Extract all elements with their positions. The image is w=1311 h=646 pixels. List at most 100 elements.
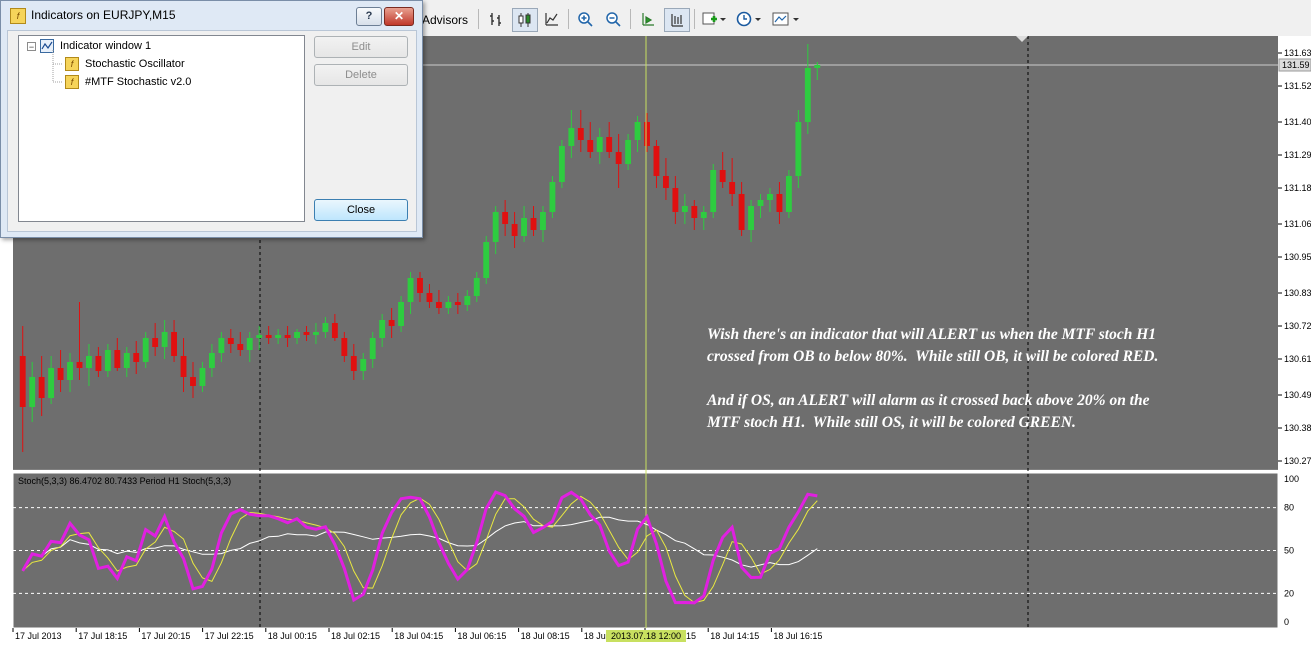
indicator-level-label: 80 bbox=[1284, 503, 1294, 513]
candle-body bbox=[454, 302, 461, 305]
tree-item-label: #MTF Stochastic v2.0 bbox=[85, 76, 192, 88]
candle-body bbox=[521, 218, 527, 236]
price-label: 131.40 bbox=[1284, 117, 1311, 127]
candle-body bbox=[445, 302, 452, 308]
price-label: 130.72 bbox=[1284, 321, 1311, 331]
dialog-title: Indicators on EURJPY,M15 bbox=[31, 8, 176, 22]
candlestick-icon[interactable] bbox=[512, 8, 538, 32]
candle-body bbox=[776, 194, 783, 212]
candle-body bbox=[104, 350, 111, 371]
price-label: 131.63 bbox=[1284, 48, 1311, 58]
crosshair-time-label: 2013.07.18 12:00 bbox=[611, 631, 681, 641]
delete-button[interactable]: Delete bbox=[314, 64, 408, 86]
candle-body bbox=[549, 182, 556, 212]
price-label: 130.38 bbox=[1284, 423, 1311, 433]
close-window-button[interactable]: ✕ bbox=[384, 7, 414, 26]
candle-body bbox=[511, 224, 518, 236]
candle-body bbox=[341, 338, 348, 356]
candle-body bbox=[767, 194, 773, 200]
time-label: 17 Jul 18:15 bbox=[78, 631, 127, 641]
toolbar-separator bbox=[568, 9, 569, 29]
candle-body bbox=[729, 182, 736, 194]
candle-body bbox=[142, 338, 149, 362]
time-label: 18 Jul 14:15 bbox=[710, 631, 759, 641]
candle-body bbox=[577, 128, 584, 140]
time-label: 18 Jul 04:15 bbox=[394, 631, 443, 641]
candle-body bbox=[700, 212, 707, 218]
candle-body bbox=[171, 332, 178, 356]
candle-body bbox=[180, 356, 187, 377]
candle-body bbox=[208, 353, 215, 368]
indicator-f-icon: f bbox=[10, 8, 26, 24]
candle-body bbox=[662, 176, 669, 188]
tree-item-stochastic-oscillator[interactable]: f Stochastic Oscillator bbox=[65, 56, 185, 72]
candle-body bbox=[313, 332, 319, 335]
candle-body bbox=[86, 356, 92, 368]
time-label: 18 Jul 02:15 bbox=[331, 631, 380, 641]
candle-body bbox=[275, 335, 282, 338]
candle-body bbox=[757, 200, 764, 206]
time-label: 18 Jul 06:15 bbox=[457, 631, 506, 641]
candle-body bbox=[133, 353, 140, 362]
bar-chart-icon[interactable] bbox=[486, 8, 506, 30]
expert-advisors-button[interactable]: Advisors bbox=[418, 10, 472, 30]
candle-body bbox=[190, 377, 196, 386]
templates-icon[interactable] bbox=[770, 8, 802, 30]
time-label: 18 Jul 16:15 bbox=[773, 631, 822, 641]
candle-body bbox=[691, 206, 698, 218]
candle-body bbox=[369, 338, 376, 359]
candle-body bbox=[123, 353, 130, 368]
zoom-out-icon[interactable] bbox=[602, 8, 624, 30]
indicator-level-label: 100 bbox=[1284, 474, 1299, 484]
candle-body bbox=[76, 362, 83, 368]
help-button[interactable]: ? bbox=[356, 7, 382, 26]
price-label: 130.61 bbox=[1284, 354, 1311, 364]
autoscroll-icon[interactable] bbox=[664, 8, 690, 32]
candle-body bbox=[388, 320, 395, 326]
price-label: 131.52 bbox=[1284, 81, 1311, 91]
candle-body bbox=[38, 377, 45, 398]
close-button[interactable]: Close bbox=[314, 199, 408, 221]
candle-body bbox=[48, 368, 55, 398]
candle-body bbox=[265, 335, 272, 338]
candle-body bbox=[256, 335, 263, 338]
candle-body bbox=[738, 194, 745, 230]
candle-body bbox=[804, 68, 811, 122]
indicator-tree[interactable]: − Indicator window 1 f Stochastic Oscill… bbox=[18, 35, 305, 222]
candle-body bbox=[152, 338, 159, 347]
zoom-in-icon[interactable] bbox=[574, 8, 596, 30]
tree-item-label: Stochastic Oscillator bbox=[85, 58, 185, 70]
candle-body bbox=[634, 122, 641, 140]
candle-body bbox=[237, 344, 244, 350]
price-label: 131.29 bbox=[1284, 150, 1311, 160]
indicator-level-label: 0 bbox=[1284, 617, 1289, 627]
candle-body bbox=[785, 176, 792, 212]
indicator-level-label: 50 bbox=[1284, 546, 1294, 556]
indicators-icon[interactable] bbox=[700, 8, 728, 30]
tree-item-mtf-stochastic[interactable]: f #MTF Stochastic v2.0 bbox=[65, 74, 191, 90]
price-label: 131.18 bbox=[1284, 183, 1311, 193]
candle-body bbox=[795, 122, 802, 176]
price-label: 130.27 bbox=[1284, 456, 1311, 466]
candle-body bbox=[57, 368, 64, 380]
candle-body bbox=[379, 320, 386, 338]
candle-body bbox=[417, 278, 423, 293]
annotation-text: Wish there's an indicator that will ALER… bbox=[707, 324, 1177, 434]
annotation-paragraph-2: And if OS, an ALERT will alarm as it cro… bbox=[707, 392, 1150, 431]
candle-body bbox=[331, 323, 338, 338]
edit-button[interactable]: Edit bbox=[314, 36, 408, 58]
candle-body bbox=[814, 65, 821, 68]
candle-body bbox=[294, 332, 300, 338]
candle-body bbox=[748, 206, 754, 230]
periods-icon[interactable] bbox=[734, 8, 764, 30]
candle-body bbox=[587, 140, 594, 152]
candle-body bbox=[114, 350, 121, 368]
chart-shift-icon[interactable] bbox=[638, 8, 658, 30]
candle-body bbox=[644, 122, 650, 146]
toolbar-separator bbox=[694, 9, 695, 29]
candle-body bbox=[398, 302, 405, 326]
indicator-header: Stoch(5,3,3) 86.4702 80.7433 Period H1 S… bbox=[18, 476, 231, 486]
candle-body bbox=[710, 170, 717, 212]
candle-body bbox=[161, 332, 168, 347]
line-chart-icon[interactable] bbox=[542, 8, 562, 30]
